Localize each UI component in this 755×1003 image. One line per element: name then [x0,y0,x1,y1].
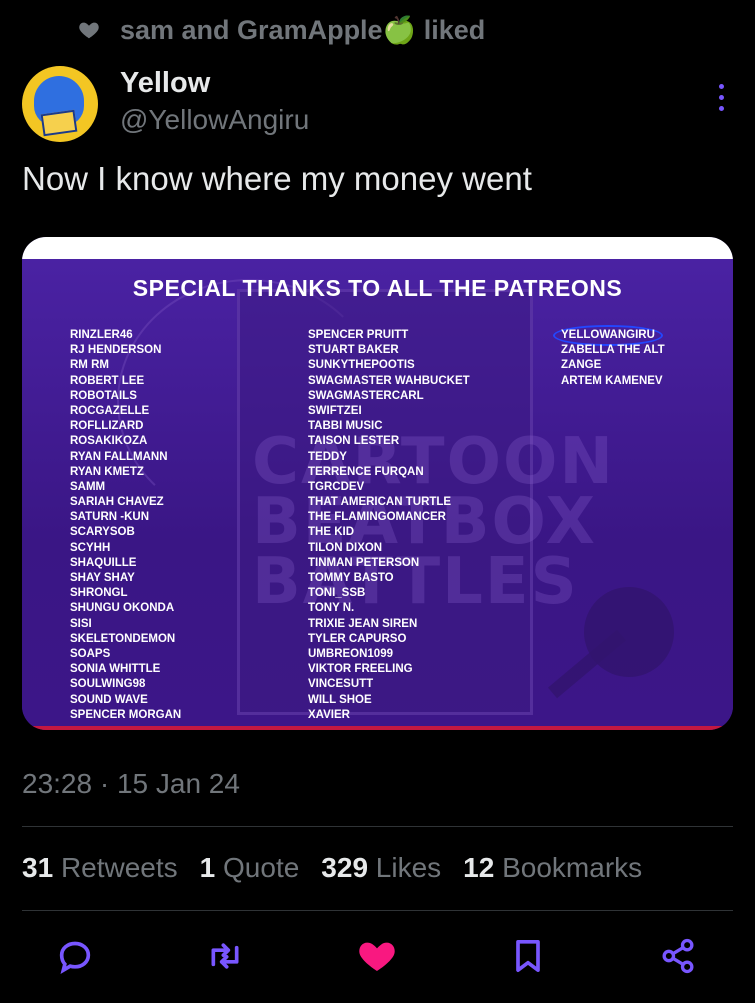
patron-name: TINMAN PETERSON [308,556,420,569]
display-name[interactable]: Yellow [120,66,309,100]
patron-name: SCARYSOB [70,526,135,539]
patron-name: SPENCER PRUITT [308,329,409,341]
patron-name: SISI [70,617,92,630]
tweet-timestamp[interactable]: 23:28 · 15 Jan 24 [22,768,240,800]
patron-name: ROCGAZELLE [70,404,150,417]
patron-name: SWAGMASTERCARL [308,389,424,402]
patron-name: VIKTOR FREELING [308,663,413,676]
tweet-author[interactable]: Yellow @YellowAngiru [22,66,309,142]
patron-name: TILON DIXON [308,541,383,554]
microphone-graphic [584,587,674,677]
retweet-icon[interactable] [205,936,245,976]
like-icon[interactable] [357,936,397,976]
patron-name: TERRENCE FURQAN [308,465,424,478]
patron-column-1: RINZLER46 RJ HENDERSON RM RM ROBERT LEE ROBO… [70,328,181,723]
tweet-image[interactable]: CARTOON BEATBOX BATTLES SPECIAL THANKS T… [22,237,733,730]
liked-by-names: sam and GramApple [120,15,383,45]
patron-name: TONY N. [308,602,355,615]
patron-name: THE FLAMINGOMANCER [308,511,446,524]
patron-name: SATURN -KUN [70,511,150,524]
social-context[interactable]: sam and GramApple🍏 liked [78,12,485,48]
patron-name: RINZLER46 [70,329,133,341]
more-icon[interactable] [717,84,725,111]
patron-name: RJ HENDERSON [70,344,162,357]
patron-name: TEDDY [308,450,347,463]
patron-name: TONI_SSB [308,587,366,600]
patron-name: SWAGMASTER WAHBUCKET [308,374,470,387]
tweet-text: Now I know where my money went [22,160,532,197]
bookmarks-stat[interactable]: 12 Bookmarks [463,852,642,884]
patron-name: SKELETONDEMON [70,632,176,645]
patron-name: STUART BAKER [308,344,399,357]
patron-name: SHAY SHAY [70,572,135,584]
patron-name: ZANGE [561,359,602,372]
patron-name: ROFLLIZARD [70,420,144,433]
patron-name: SHRONGL [70,587,128,600]
patron-name: ZABELLA THE ALT [561,344,665,357]
apple-emoji: 🍏 [382,15,417,45]
divider [22,826,733,827]
patron-name: UMBREON1099 [308,647,393,660]
avatar[interactable] [22,66,98,142]
patron-name: THAT AMERICAN TURTLE [308,496,452,509]
patron-name: TRIXIE JEAN SIREN [308,617,418,630]
patron-column-3: YELLOWANGIRU ZABELLA THE ALT ZANGE ARTEM KA… [553,325,665,389]
likes-stat[interactable]: 329 Likes [321,852,441,884]
patron-name: VINCESUTT [308,678,374,691]
patron-name: SHAQUILLE [70,556,137,569]
patron-name: TABBI MUSIC [308,420,383,433]
divider [22,910,733,911]
patron-name: THE KID [308,526,354,539]
patron-name: TAISON LESTER [308,435,400,448]
patron-name: RYAN KMETZ [70,465,144,478]
patron-name: YELLOWANGIRU [553,325,665,347]
patron-name: SONIA WHITTLE [70,663,161,676]
patron-name: SARIAH CHAVEZ [70,496,164,509]
bookmark-icon[interactable] [508,936,548,976]
image-heading: SPECIAL THANKS TO ALL THE PATREONS [132,275,623,301]
social-context-text: sam and GramApple🍏 liked [120,14,485,46]
heart-icon [79,22,99,39]
patron-name: ARTEM KAMENEV [561,374,663,387]
patron-name: SOUND WAVE [70,693,148,706]
patron-name: SPENCER MORGAN [70,708,182,721]
tweet-stats: 31 Retweets 1 Quote 329 Likes 12 Bookmar… [22,852,642,884]
patron-name: RYAN FALLMANN [70,450,168,463]
patron-name: RM RM [70,359,109,372]
handle[interactable]: @YellowAngiru [120,102,309,138]
patron-name: TOMMY BASTO [308,572,394,584]
patron-name: SCYHH [70,541,111,554]
patron-name: SOAPS [70,647,111,660]
patron-name: ROBOTAILS [70,389,137,402]
patron-name: XAVIER [308,708,350,721]
retweets-stat[interactable]: 31 Retweets [22,852,178,884]
patron-name: ROSAKIKOZA [70,435,148,448]
patron-name: TGRCDEV [308,480,365,493]
share-icon[interactable] [658,936,698,976]
quotes-stat[interactable]: 1 Quote [200,852,300,884]
patron-name: TYLER CAPURSO [308,632,407,645]
liked-suffix: liked [423,15,486,45]
action-bar [0,930,755,980]
patron-name: SWIFTZEI [308,404,362,417]
patron-column-2: SPENCER PRUITT STUART BAKER SUNKYTHEPOOTIS… [308,328,470,723]
patron-name: SUNKYTHEPOOTIS [308,359,415,372]
patron-name: SAMM [70,480,106,493]
patron-name: WILL SHOE [308,693,372,706]
reply-icon[interactable] [55,936,95,976]
patron-name: SOULWING98 [70,678,146,691]
patron-name: ROBERT LEE [70,374,145,387]
patron-name: SHUNGU OKONDA [70,602,175,615]
